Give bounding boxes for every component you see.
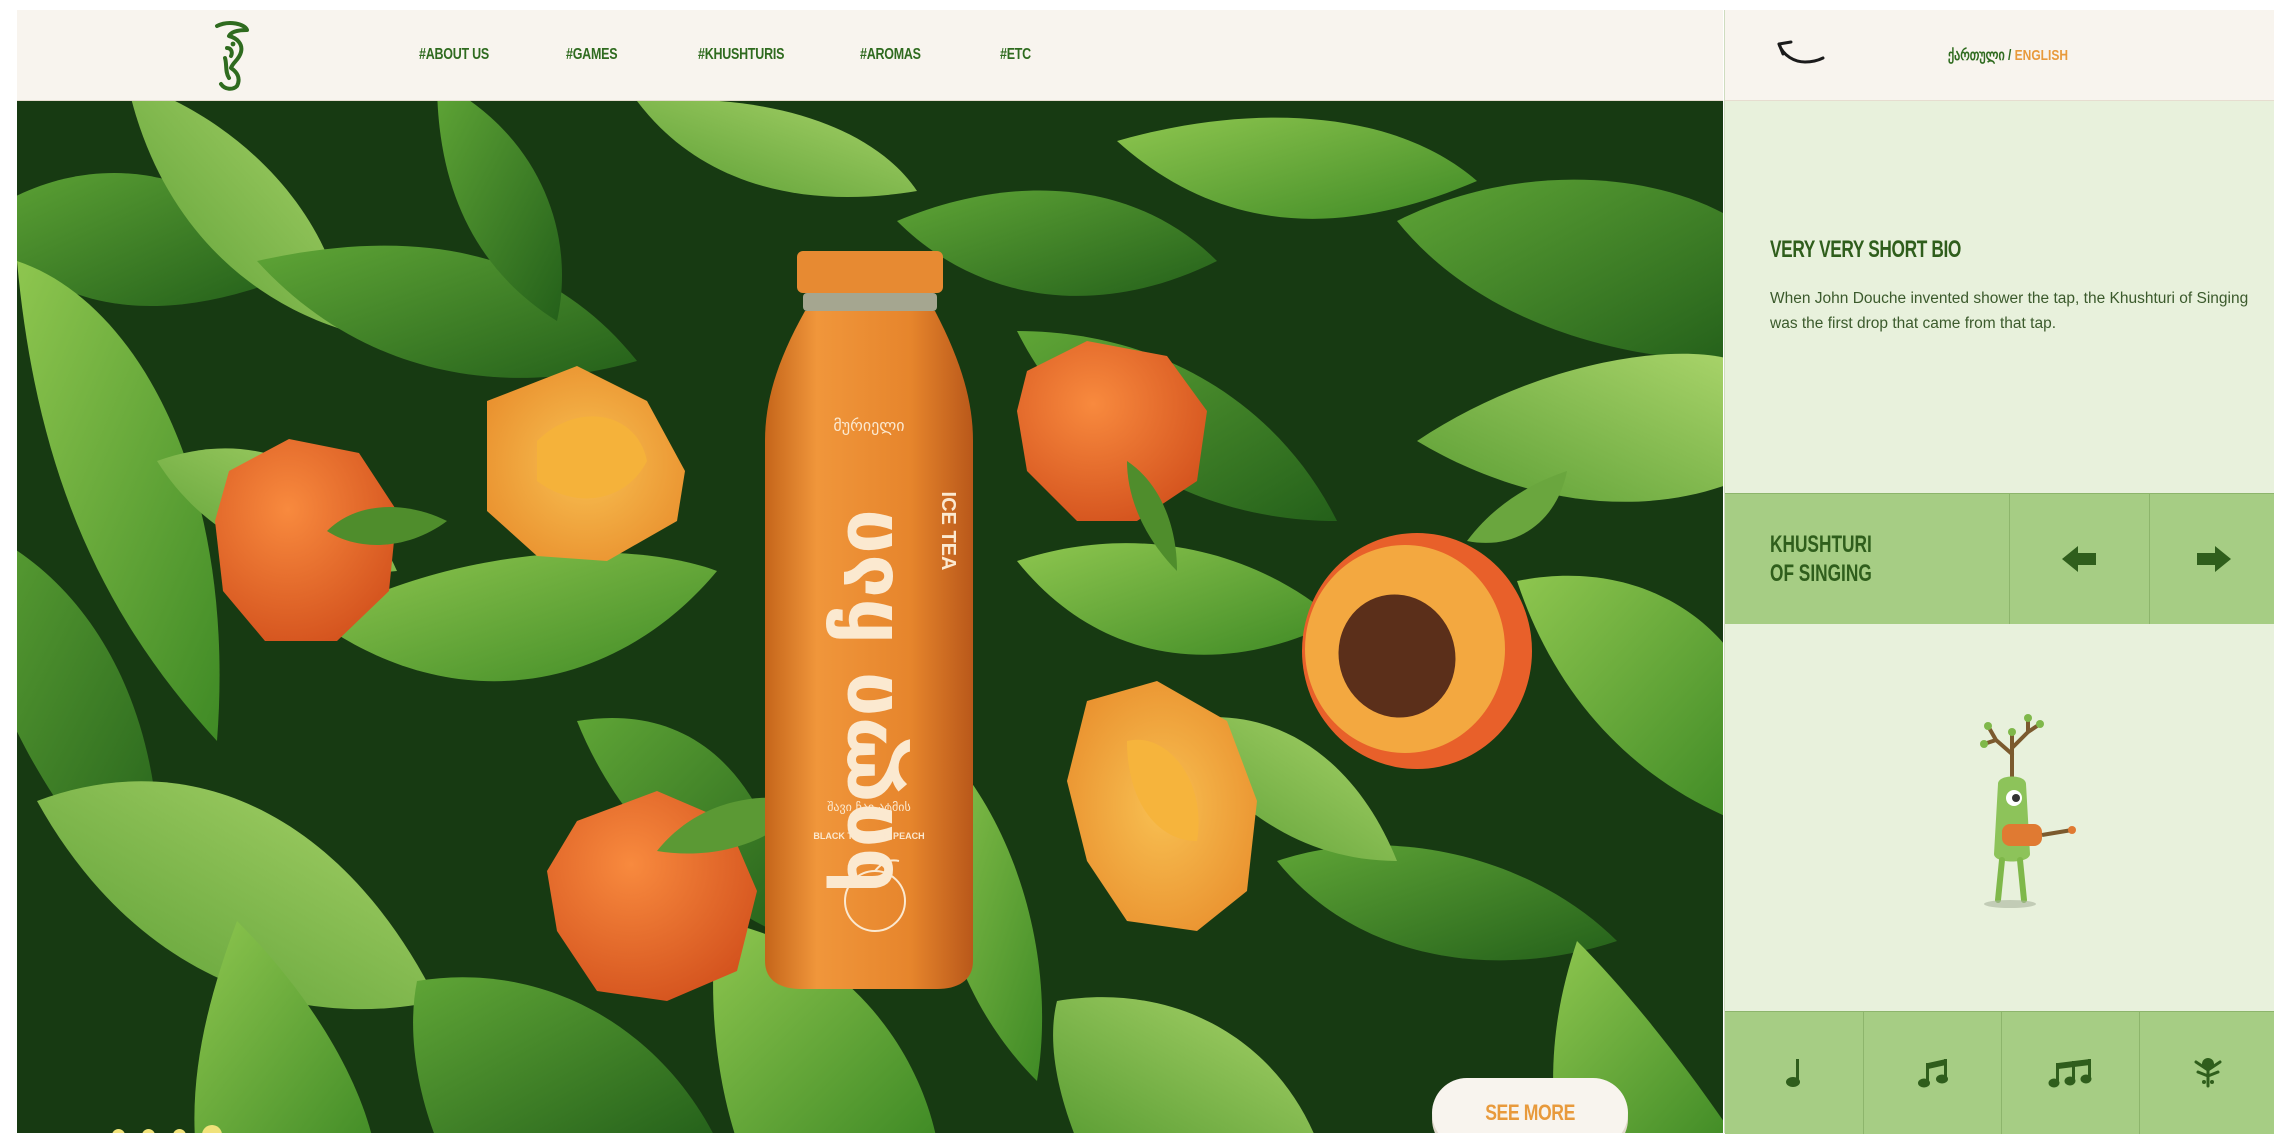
nav-item-etc[interactable]: #ETC — [1000, 46, 1031, 64]
nav-item-games[interactable]: #GAMES — [566, 46, 618, 64]
lang-english[interactable]: ENGLISH — [2015, 47, 2068, 64]
hero-image: მურიელი ხილი ჩაი ICE TEA შავი ჩაი ატმის … — [17, 101, 1723, 1133]
side-panel: ქართული / ENGLISH VERY VERY SHORT BIO Wh… — [1724, 10, 2274, 1134]
track-title-line-1: KHUSHTURI — [1770, 531, 1872, 558]
bio-text: When John Douche invented shower the tap… — [1770, 290, 2249, 332]
lang-georgian[interactable]: ქართული — [1948, 47, 2005, 64]
top-navigation: #ABOUT US #GAMES #KHUSHTURIS #AROMAS #ET… — [17, 10, 1723, 101]
double-note-icon — [1917, 1059, 1948, 1088]
page-frame: #ABOUT US #GAMES #KHUSHTURIS #AROMAS #ET… — [17, 10, 2274, 1134]
bottle-subtitle: შავი ჩაი ატმის — [827, 800, 911, 814]
arrow-left-icon — [2062, 546, 2096, 572]
note-button-2[interactable] — [1863, 1012, 2001, 1134]
next-button[interactable] — [2149, 494, 2274, 624]
main-area: #ABOUT US #GAMES #KHUSHTURIS #AROMAS #ET… — [17, 10, 1723, 1133]
back-arrow-icon[interactable] — [1775, 36, 1825, 72]
nav-item-khushturis[interactable]: #KHUSHTURIS — [698, 46, 784, 64]
bottle-caption: BLACK TEA WITH PEACH — [813, 831, 924, 841]
nav-item-about-us[interactable]: #ABOUT US — [419, 46, 489, 64]
brand-logo-icon[interactable] — [203, 20, 259, 92]
quarter-note-icon — [1785, 1059, 1800, 1087]
ice-tea-bottle: მურიელი ხილი ჩაი ICE TEA შავი ჩაი ატმის … — [765, 251, 973, 989]
note-button-4[interactable] — [2139, 1012, 2274, 1134]
triple-note-icon — [2048, 1059, 2091, 1088]
track-title: KHUSHTURI OF SINGING — [1770, 530, 1872, 588]
previous-button[interactable] — [2009, 494, 2150, 624]
tree-figure-icon — [2194, 1058, 2222, 1088]
hero-banner: მურიელი ხილი ჩაი ICE TEA შავი ჩაი ატმის … — [17, 101, 1723, 1133]
see-more-button[interactable]: SEE MORE — [1432, 1078, 1628, 1133]
note-button-3[interactable] — [2001, 1012, 2139, 1134]
language-switcher: ქართული / ENGLISH — [1948, 46, 2068, 64]
track-player: KHUSHTURI OF SINGING — [1725, 493, 2274, 625]
bio-section: VERY VERY SHORT BIO When John Douche inv… — [1725, 101, 2274, 493]
lang-separator: / — [2008, 47, 2012, 64]
khushturi-mascot-icon[interactable] — [1968, 714, 2088, 914]
note-button-1[interactable] — [1725, 1012, 1862, 1134]
nav-item-aromas[interactable]: #AROMAS — [860, 46, 921, 64]
character-stage — [1725, 624, 2274, 1011]
side-top-bar: ქართული / ENGLISH — [1725, 10, 2274, 101]
bottle-brand: მურიელი — [833, 416, 904, 435]
see-more-label: SEE MORE — [1485, 1100, 1575, 1125]
arrow-right-icon — [2197, 546, 2231, 572]
note-selector — [1725, 1011, 2274, 1134]
track-title-line-2: OF SINGING — [1770, 560, 1872, 587]
bio-title: VERY VERY SHORT BIO — [1770, 236, 1961, 263]
bottle-type: ICE TEA — [937, 492, 959, 571]
